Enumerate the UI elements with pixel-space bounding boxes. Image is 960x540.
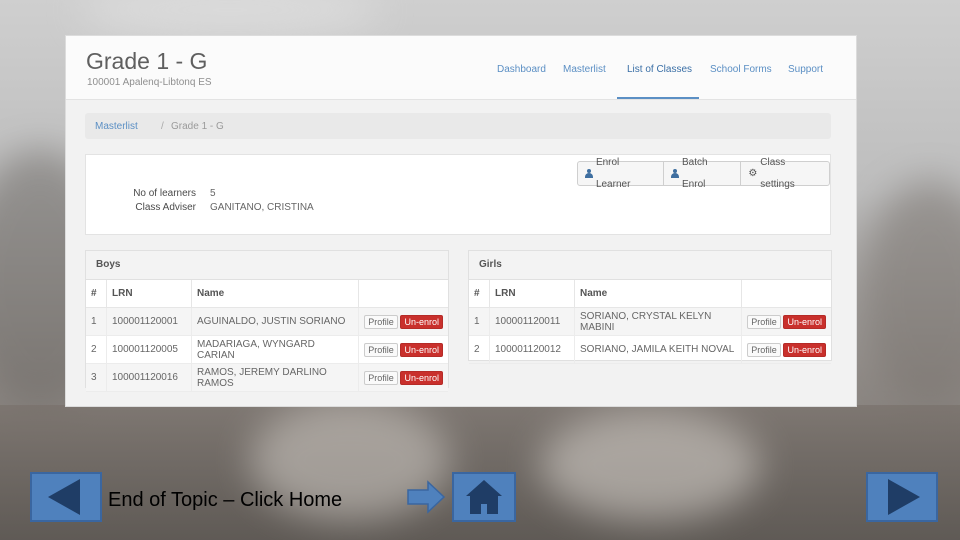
column-header-lrn: LRN xyxy=(489,280,575,308)
table-row: 1 100001120011 SORIANO, CRYSTAL KELYN MA… xyxy=(469,307,831,336)
unenrol-button[interactable]: Un-enrol xyxy=(783,342,826,357)
row-actions: Profile Un-enrol xyxy=(741,307,831,336)
nav-masterlist[interactable]: Masterlist xyxy=(563,64,606,75)
app-window: Grade 1 - G 100001 Apalenq-Libtonq ES Da… xyxy=(65,35,857,407)
unenrol-button[interactable]: Un-enrol xyxy=(400,314,443,329)
row-number: 1 xyxy=(86,307,107,336)
column-header-actions xyxy=(741,280,831,308)
profile-button[interactable]: Profile xyxy=(364,370,398,385)
row-lrn: 100001120016 xyxy=(106,363,192,392)
enrol-learner-label: Enrol Learner xyxy=(595,156,631,190)
forward-arrow-icon xyxy=(888,479,920,515)
table-row: 3 100001120016 RAMOS, JEREMY DARLINO RAM… xyxy=(86,363,448,392)
nav-school-forms[interactable]: School Forms xyxy=(710,64,772,75)
profile-button[interactable]: Profile xyxy=(364,342,398,357)
user-icon xyxy=(671,169,680,178)
background-photo-student xyxy=(540,410,760,520)
row-lrn: 100001120005 xyxy=(106,335,192,364)
breadcrumb-masterlist-link[interactable]: Masterlist xyxy=(95,121,138,132)
back-button[interactable] xyxy=(30,472,102,522)
column-header-lrn: LRN xyxy=(106,280,192,308)
column-header-name: Name xyxy=(574,280,743,308)
profile-button[interactable]: Profile xyxy=(747,314,781,329)
girls-panel: Girls # LRN Name 1 100001120011 SORIANO,… xyxy=(468,250,832,364)
school-subtitle: 100001 Apalenq-Libtonq ES xyxy=(87,77,212,88)
nav-support[interactable]: Support xyxy=(788,64,823,75)
forward-button[interactable] xyxy=(866,472,938,522)
row-actions: Profile Un-enrol xyxy=(358,307,448,336)
unenrol-button[interactable]: Un-enrol xyxy=(400,370,443,385)
user-icon xyxy=(585,169,593,178)
row-name: SORIANO, JAMILA KEITH NOVAL xyxy=(574,335,743,364)
nav-list-of-classes[interactable]: List of Classes xyxy=(627,64,692,75)
class-info-panel: Enrol Learner Batch Enrol ⚙ Class settin… xyxy=(85,154,831,235)
learners-count-label: No of learners xyxy=(133,188,196,199)
background-photo-window xyxy=(80,0,380,40)
table-row: 1 100001120001 AGUINALDO, JUSTIN SORIANO… xyxy=(86,307,448,336)
enrol-learner-button[interactable]: Enrol Learner xyxy=(578,157,665,190)
row-name: RAMOS, JEREMY DARLINO RAMOS xyxy=(191,363,360,392)
unenrol-button[interactable]: Un-enrol xyxy=(400,342,443,357)
batch-enrol-button[interactable]: Batch Enrol xyxy=(664,157,742,190)
row-actions: Profile Un-enrol xyxy=(358,363,448,392)
row-number: 1 xyxy=(469,307,490,336)
table-row: 2 100001120005 MADARIAGA, WYNGARD CARIAN… xyxy=(86,335,448,364)
unenrol-button[interactable]: Un-enrol xyxy=(783,314,826,329)
row-name: MADARIAGA, WYNGARD CARIAN xyxy=(191,335,360,364)
row-number: 2 xyxy=(86,335,107,364)
row-actions: Profile Un-enrol xyxy=(741,335,831,364)
row-lrn: 100001120001 xyxy=(106,307,192,336)
class-adviser-label: Class Adviser xyxy=(135,202,196,213)
breadcrumb: Masterlist / Grade 1 - G xyxy=(85,113,831,139)
end-of-topic-text: End of Topic – Click Home xyxy=(108,489,343,511)
row-number: 2 xyxy=(469,335,490,364)
gear-icon: ⚙ xyxy=(748,167,758,179)
boys-panel: Boys # LRN Name 1 100001120001 AGUINALDO… xyxy=(85,250,449,392)
background-photo-figure xyxy=(860,180,960,410)
row-actions: Profile Un-enrol xyxy=(358,335,448,364)
back-arrow-icon xyxy=(48,479,80,515)
class-adviser-value: GANITANO, CRISTINA xyxy=(210,202,314,213)
profile-button[interactable]: Profile xyxy=(747,342,781,357)
active-nav-indicator xyxy=(617,97,699,99)
breadcrumb-current: Grade 1 - G xyxy=(171,121,224,132)
row-lrn: 100001120011 xyxy=(489,307,575,336)
boys-table: # LRN Name 1 100001120001 AGUINALDO, JUS… xyxy=(86,280,448,392)
batch-enrol-label: Batch Enrol xyxy=(682,156,708,190)
app-header: Grade 1 - G 100001 Apalenq-Libtonq ES Da… xyxy=(66,36,856,100)
breadcrumb-separator: / xyxy=(161,121,164,132)
column-header-number: # xyxy=(86,280,107,308)
column-header-number: # xyxy=(469,280,490,308)
table-row: 2 100001120012 SORIANO, JAMILA KEITH NOV… xyxy=(469,335,831,364)
class-settings-label: Class settings xyxy=(760,156,795,190)
girls-panel-title: Girls xyxy=(469,251,831,280)
class-toolbar: Enrol Learner Batch Enrol ⚙ Class settin… xyxy=(577,157,830,190)
class-settings-button[interactable]: ⚙ Class settings xyxy=(741,157,829,190)
profile-button[interactable]: Profile xyxy=(364,314,398,329)
girls-table: # LRN Name 1 100001120011 SORIANO, CRYST… xyxy=(469,280,831,364)
row-name: SORIANO, CRYSTAL KELYN MABINI xyxy=(574,307,743,336)
learners-count-value: 5 xyxy=(210,188,216,199)
column-header-actions xyxy=(358,280,448,308)
page-title: Grade 1 - G xyxy=(86,48,208,74)
right-arrow-icon xyxy=(407,480,446,514)
home-button[interactable] xyxy=(452,472,516,522)
boys-panel-title: Boys xyxy=(86,251,448,280)
nav-dashboard[interactable]: Dashboard xyxy=(497,64,546,75)
home-icon xyxy=(466,480,502,514)
row-number: 3 xyxy=(86,363,107,392)
column-header-name: Name xyxy=(191,280,360,308)
row-lrn: 100001120012 xyxy=(489,335,575,364)
row-name: AGUINALDO, JUSTIN SORIANO xyxy=(191,307,360,336)
